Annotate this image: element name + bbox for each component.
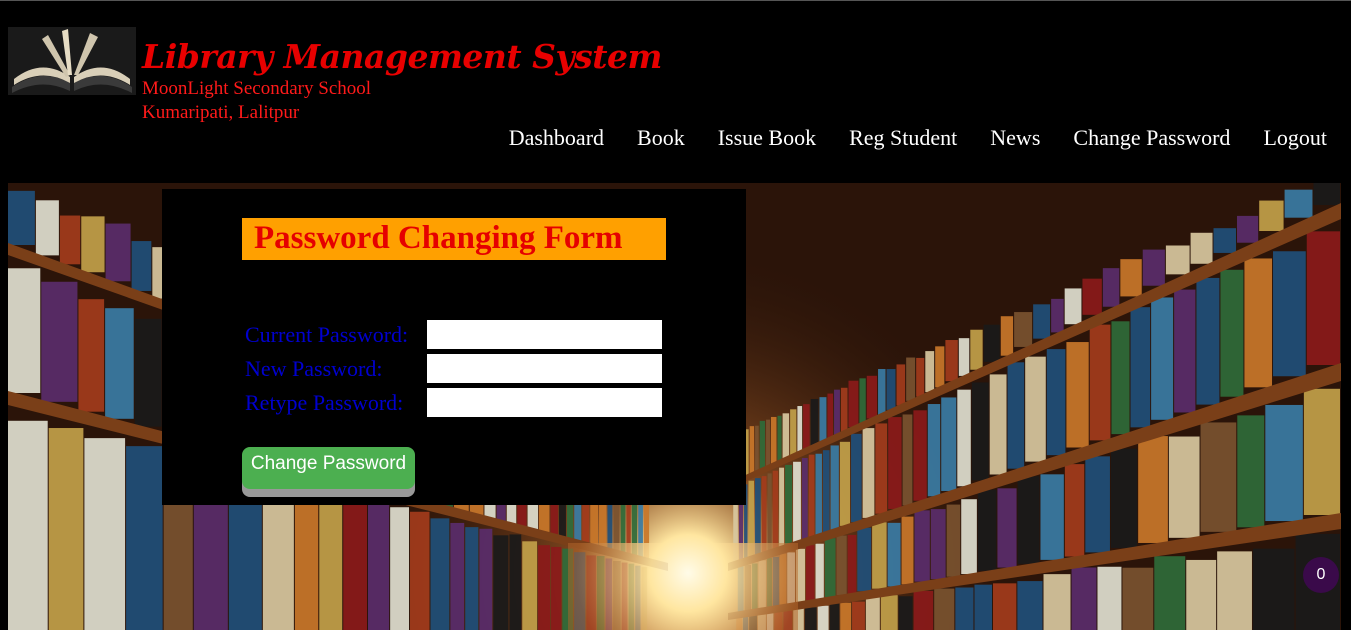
retype-password-label: Retype Password:	[245, 390, 404, 415]
current-password-label: Current Password:	[245, 322, 409, 347]
site-header: Library Management System MoonLight Seco…	[0, 0, 1351, 183]
nav-dashboard[interactable]: Dashboard	[509, 125, 604, 151]
notification-badge[interactable]: 0	[1303, 557, 1339, 593]
change-password-button[interactable]: Change Password	[242, 447, 415, 489]
school-address: Kumaripati, Lalitpur	[142, 102, 300, 123]
form-title: Password Changing Form	[242, 218, 666, 260]
open-book-logo	[8, 27, 136, 95]
school-name: MoonLight Secondary School	[142, 78, 372, 99]
nav-logout[interactable]: Logout	[1263, 125, 1327, 151]
nav-reg-student[interactable]: Reg Student	[849, 125, 957, 151]
nav-issue-book[interactable]: Issue Book	[718, 125, 816, 151]
new-password-input[interactable]	[427, 354, 662, 383]
password-form-panel: Password Changing Form Current Password:…	[162, 189, 746, 505]
main-nav: Dashboard Book Issue Book Reg Student Ne…	[476, 125, 1327, 151]
new-password-label: New Password:	[245, 356, 383, 381]
site-title: Library Management System	[142, 37, 662, 76]
retype-password-input[interactable]	[427, 388, 662, 417]
nav-news[interactable]: News	[990, 125, 1040, 151]
nav-book[interactable]: Book	[637, 125, 685, 151]
nav-change-password[interactable]: Change Password	[1073, 125, 1230, 151]
current-password-input[interactable]	[427, 320, 662, 349]
